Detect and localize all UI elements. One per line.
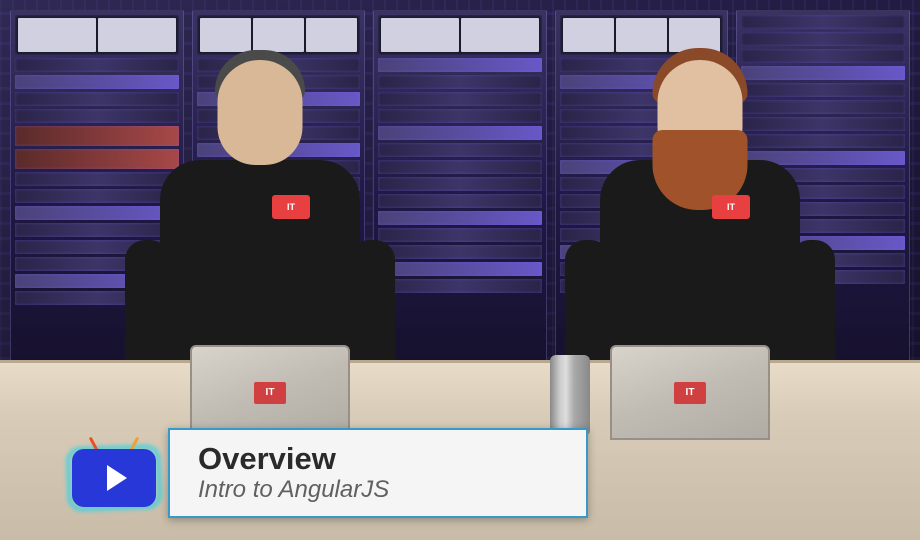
laptop-right (610, 345, 770, 440)
video-title: Overview (198, 442, 558, 476)
laptop-logo-right (674, 382, 706, 404)
video-subtitle: Intro to AngularJS (198, 476, 558, 505)
shirt-badge-left: IT (272, 195, 310, 219)
lower-third-overlay: Overview Intro to AngularJS (60, 428, 588, 518)
title-card: Overview Intro to AngularJS (168, 428, 588, 518)
shirt-badge-right: IT (712, 195, 750, 219)
laptop-left (190, 345, 350, 440)
tumbler-cup (550, 355, 590, 435)
play-icon (107, 465, 127, 491)
channel-logo (60, 428, 168, 518)
laptop-logo-left (254, 382, 286, 404)
